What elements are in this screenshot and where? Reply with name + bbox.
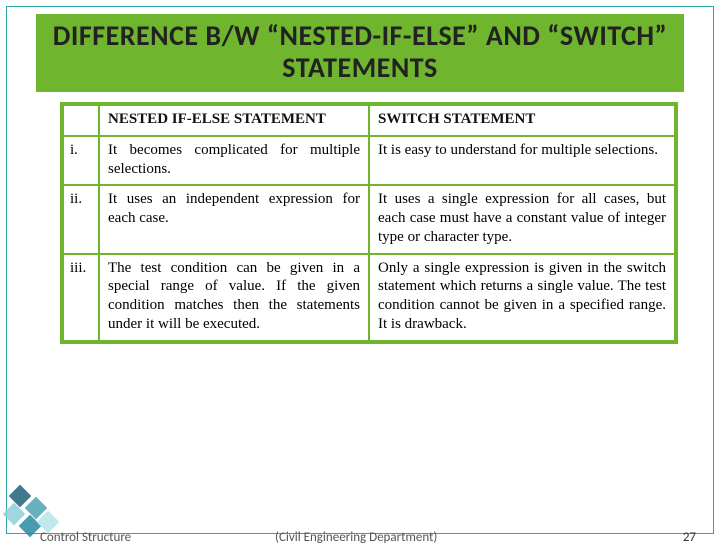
page-number: 27 [683, 530, 696, 545]
table-row: i. It becomes complicated for multiple s… [63, 136, 675, 186]
cell-nested: It becomes complicated for multiple sele… [99, 136, 369, 186]
row-index: ii. [63, 185, 99, 253]
cell-nested: It uses an independent expression for ea… [99, 185, 369, 253]
footer-mid: (Civil Engineering Department) [275, 530, 437, 545]
footer-left: Control Structure [40, 530, 131, 545]
header-switch: SWITCH STATEMENT [369, 105, 675, 136]
cell-nested: The test condition can be given in a spe… [99, 254, 369, 341]
slide-title: DIFFERENCE B/W “NESTED-IF-ELSE” AND “SWI… [44, 20, 676, 84]
table-row: ii. It uses an independent expression fo… [63, 185, 675, 253]
row-index: iii. [63, 254, 99, 341]
cell-switch: It is easy to understand for multiple se… [369, 136, 675, 186]
header-nested: NESTED IF-ELSE STATEMENT [99, 105, 369, 136]
title-banner: DIFFERENCE B/W “NESTED-IF-ELSE” AND “SWI… [36, 14, 684, 92]
cell-switch: Only a single expression is given in the… [369, 254, 675, 341]
row-index: i. [63, 136, 99, 186]
header-blank [63, 105, 99, 136]
comparison-table: NESTED IF-ELSE STATEMENT SWITCH STATEMEN… [60, 102, 678, 344]
table-header-row: NESTED IF-ELSE STATEMENT SWITCH STATEMEN… [63, 105, 675, 136]
cell-switch: It uses a single expression for all case… [369, 185, 675, 253]
table-row: iii. The test condition can be given in … [63, 254, 675, 341]
